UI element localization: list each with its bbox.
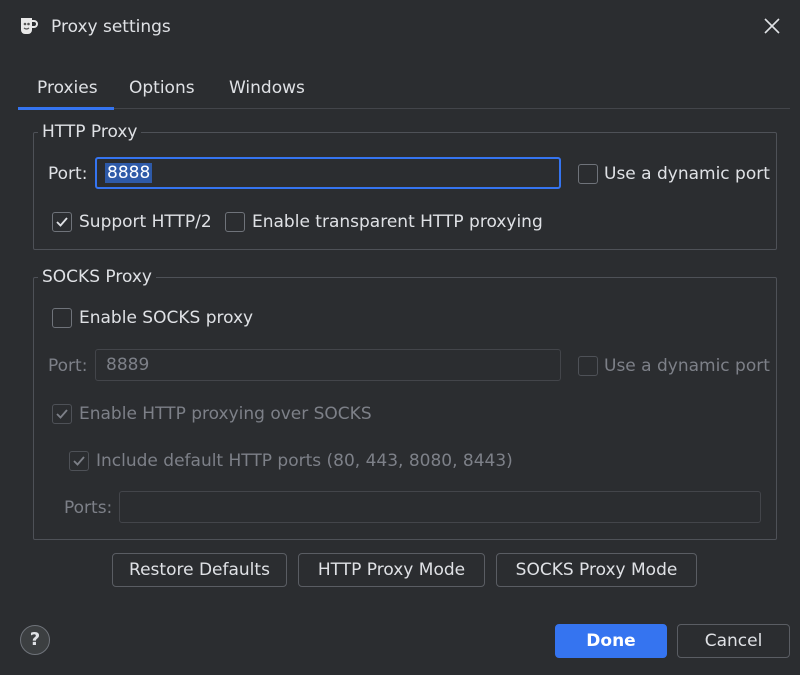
transparent-proxy-checkbox[interactable] [225, 212, 245, 232]
tab-proxies[interactable]: Proxies [18, 78, 113, 110]
http-over-socks-label: Enable HTTP proxying over SOCKS [79, 404, 372, 424]
done-button[interactable]: Done [555, 624, 667, 658]
tab-bar: Proxies Options Windows [18, 70, 790, 110]
ports-label: Ports: [64, 498, 113, 518]
http-dynamic-port-checkbox[interactable] [578, 164, 598, 184]
transparent-proxy-label: Enable transparent HTTP proxying [252, 212, 543, 232]
restore-defaults-button[interactable]: Restore Defaults [112, 553, 287, 587]
socks-proxy-mode-button[interactable]: SOCKS Proxy Mode [496, 553, 697, 587]
enable-socks-checkbox[interactable] [52, 308, 72, 328]
socks-dynamic-port-checkbox[interactable] [578, 356, 598, 376]
enable-socks-label: Enable SOCKS proxy [79, 308, 254, 328]
http-port-label: Port: [48, 164, 88, 184]
checkmark-icon [56, 409, 68, 419]
support-http2-checkbox[interactable] [52, 212, 72, 232]
http-dynamic-port-label: Use a dynamic port [604, 164, 770, 184]
support-http2-label: Support HTTP/2 [79, 212, 212, 232]
proxy-settings-dialog: Proxy settings Proxies Options Windows H… [0, 0, 800, 675]
socks-port-input[interactable]: 8889 [95, 349, 561, 381]
ports-input[interactable] [119, 491, 761, 523]
help-icon[interactable]: ? [20, 625, 50, 655]
fiddler-app-icon [16, 14, 40, 38]
socks-dynamic-port-label: Use a dynamic port [604, 356, 770, 376]
socks-port-label: Port: [48, 356, 88, 376]
socks-proxy-legend: SOCKS Proxy [38, 267, 156, 287]
http-proxy-mode-button[interactable]: HTTP Proxy Mode [298, 553, 485, 587]
dialog-title: Proxy settings [51, 17, 171, 37]
cancel-button[interactable]: Cancel [677, 624, 790, 658]
include-default-ports-checkbox[interactable] [69, 451, 89, 471]
tab-options[interactable]: Options [129, 78, 195, 98]
http-over-socks-checkbox[interactable] [52, 404, 72, 424]
include-default-ports-label: Include default HTTP ports (80, 443, 808… [96, 451, 513, 471]
socks-port-value: 8889 [106, 355, 150, 375]
close-icon[interactable] [760, 14, 784, 38]
title-bar: Proxy settings [0, 0, 800, 56]
http-port-value: 8888 [105, 163, 153, 183]
http-proxy-group [33, 132, 777, 250]
http-proxy-legend: HTTP Proxy [38, 122, 142, 142]
http-port-input[interactable]: 8888 [95, 157, 561, 189]
checkmark-icon [73, 456, 85, 466]
checkmark-icon [56, 217, 68, 227]
tab-windows[interactable]: Windows [229, 78, 305, 98]
